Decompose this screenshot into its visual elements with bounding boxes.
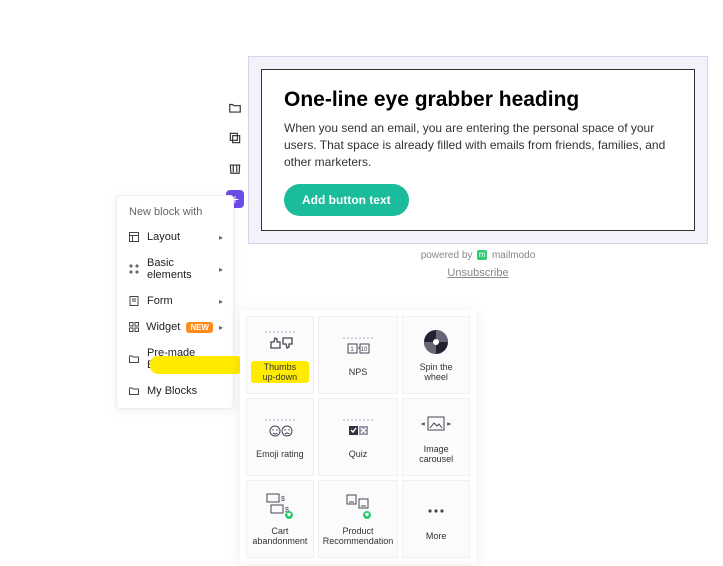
more-icon <box>418 497 454 525</box>
copy-icon[interactable] <box>227 130 243 146</box>
widget-more[interactable]: More <box>402 480 470 558</box>
carousel-icon <box>418 410 454 438</box>
layout-icon <box>127 231 141 243</box>
menu-item-form[interactable]: Form ▸ <box>117 288 233 314</box>
widget-label: Quiz <box>349 449 368 459</box>
widget-label: Thumbs up-down <box>251 361 309 383</box>
widget-icon <box>127 321 140 333</box>
menu-item-label: Layout <box>147 231 213 243</box>
chevron-right-icon: ▸ <box>219 265 223 274</box>
nps-icon: 1 10 <box>340 333 376 361</box>
delete-icon[interactable] <box>227 160 243 176</box>
widget-nps[interactable]: 1 10 NPS <box>318 316 399 394</box>
new-badge: NEW <box>186 322 213 333</box>
widget-label: NPS <box>349 367 368 377</box>
widget-submenu: Thumbs up-down 1 10 NPS Spin the wheel Em… <box>240 310 476 564</box>
widget-emoji-rating[interactable]: Emoji rating <box>246 398 314 476</box>
widget-spin-the-wheel[interactable]: Spin the wheel <box>402 316 470 394</box>
folder-icon <box>127 385 141 397</box>
svg-text:1: 1 <box>350 347 354 353</box>
widget-cart-abandonment[interactable]: $$ Cart abandonment <box>246 480 314 558</box>
chevron-right-icon: ▸ <box>219 297 223 306</box>
emoji-icon <box>262 415 298 443</box>
widget-label: More <box>426 531 447 541</box>
form-icon <box>127 295 141 307</box>
menu-item-label: Form <box>147 295 213 307</box>
cta-button[interactable]: Add button text <box>284 184 409 216</box>
content-block[interactable]: One-line eye grabber heading When you se… <box>261 69 695 231</box>
widget-label: Emoji rating <box>256 449 304 459</box>
menu-item-layout[interactable]: Layout ▸ <box>117 224 233 250</box>
powered-by-text: powered by <box>421 250 473 261</box>
widget-label: Cart abandonment <box>251 526 309 546</box>
svg-text:$: $ <box>281 496 285 503</box>
folder-icon <box>127 353 141 365</box>
widget-label: Spin the wheel <box>407 362 465 382</box>
quiz-icon <box>340 415 376 443</box>
email-footer: powered by m mailmodo Unsubscribe <box>248 250 708 279</box>
block-toolbar: + <box>225 100 245 208</box>
widget-product-recommendation[interactable]: Product Recommendation <box>318 480 399 558</box>
menu-item-widget[interactable]: Widget NEW ▸ <box>117 314 233 340</box>
menu-item-basic-elements[interactable]: Basic elements ▸ <box>117 250 233 288</box>
brand-name: mailmodo <box>492 250 535 261</box>
widget-thumbs-up-down[interactable]: Thumbs up-down <box>246 316 314 394</box>
chevron-right-icon: ▸ <box>219 233 223 242</box>
widget-quiz[interactable]: Quiz <box>318 398 399 476</box>
menu-title: New block with <box>117 196 233 224</box>
product-icon <box>340 492 376 520</box>
menu-item-label: My Blocks <box>147 385 223 397</box>
menu-item-my-blocks[interactable]: My Blocks <box>117 378 233 404</box>
widget-label: Product Recommendation <box>323 526 394 546</box>
unsubscribe-link[interactable]: Unsubscribe <box>447 267 508 279</box>
cart-icon: $$ <box>262 492 298 520</box>
elements-icon <box>127 263 141 275</box>
widget-image-carousel[interactable]: Image carousel <box>402 398 470 476</box>
folder-icon[interactable] <box>227 100 243 116</box>
svg-text:10: 10 <box>361 347 368 353</box>
widget-label: Image carousel <box>407 444 465 464</box>
mailmodo-logo-icon: m <box>477 250 487 260</box>
wheel-icon <box>418 328 454 356</box>
menu-item-label: Pre-made Blocks <box>147 347 223 371</box>
block-body[interactable]: When you send an email, you are entering… <box>284 120 672 170</box>
menu-item-label: Widget <box>146 321 180 333</box>
chevron-right-icon: ▸ <box>219 323 223 332</box>
menu-item-label: Basic elements <box>147 257 213 281</box>
thumbs-icon <box>262 327 298 355</box>
new-block-menu: New block with Layout ▸ Basic elements ▸… <box>116 195 234 409</box>
menu-item-premade-blocks[interactable]: Pre-made Blocks <box>117 340 233 378</box>
block-heading[interactable]: One-line eye grabber heading <box>284 88 672 112</box>
email-canvas: One-line eye grabber heading When you se… <box>248 56 708 244</box>
